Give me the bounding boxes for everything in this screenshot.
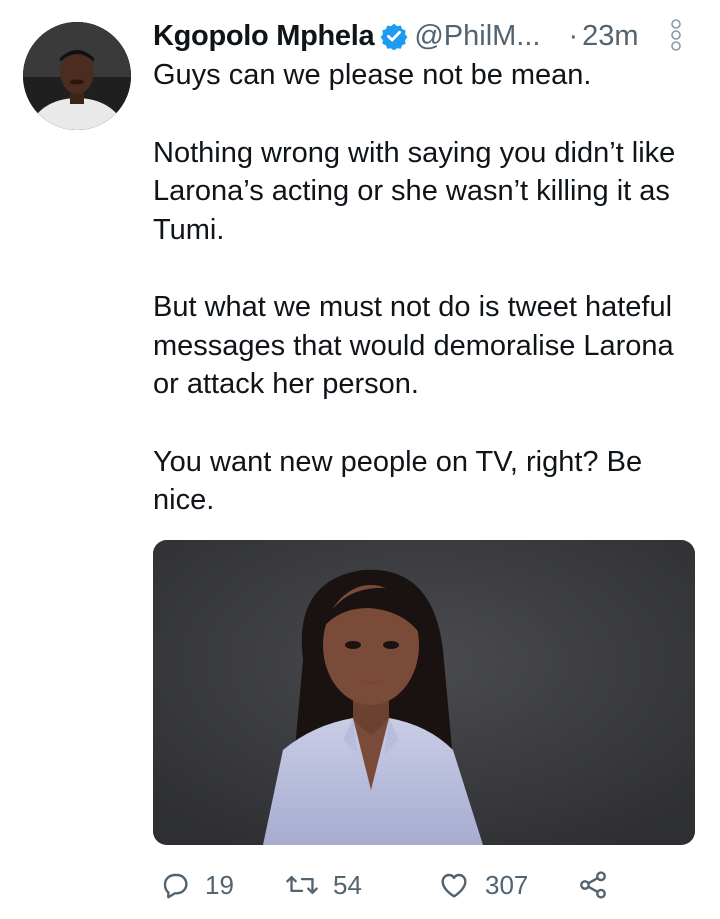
tweet-paragraph: You want new people on TV, right? Be nic… — [153, 445, 643, 517]
like-button[interactable]: 307 — [437, 862, 528, 908]
reply-count: 19 — [205, 869, 234, 900]
tweet-text: Guys can we please not be mean. Nothing … — [153, 56, 703, 520]
share-button[interactable] — [577, 862, 609, 908]
header-separator: · — [568, 19, 579, 52]
retweet-count: 54 — [333, 869, 362, 900]
heart-icon — [437, 869, 471, 901]
reply-button[interactable]: 19 — [159, 862, 234, 908]
tweet[interactable]: Kgopolo Mphela @PhilM... · 23m Guys can … — [0, 0, 720, 919]
tweet-timestamp[interactable]: 23m — [582, 20, 638, 53]
retweet-icon — [285, 869, 319, 901]
reply-icon — [159, 869, 191, 901]
verified-badge-icon — [380, 22, 408, 50]
tweet-actions: 19 54 307 — [153, 862, 693, 908]
more-options-icon[interactable] — [668, 18, 684, 52]
like-count: 307 — [485, 869, 529, 900]
author-avatar[interactable] — [23, 22, 131, 130]
tweet-paragraph: But what we must not do is tweet hateful… — [153, 291, 674, 400]
tweet-media-image[interactable] — [153, 540, 695, 845]
retweet-button[interactable]: 54 — [285, 862, 362, 908]
author-handle[interactable]: @PhilM... — [414, 20, 540, 53]
tweet-paragraph: Guys can we please not be mean. — [153, 59, 592, 91]
share-icon — [577, 869, 609, 901]
author-name[interactable]: Kgopolo Mphela — [153, 20, 375, 53]
tweet-paragraph: Nothing wrong with saying you didn’t lik… — [153, 136, 676, 246]
tweet-header: Kgopolo Mphela @PhilM... · 23m — [153, 14, 698, 58]
